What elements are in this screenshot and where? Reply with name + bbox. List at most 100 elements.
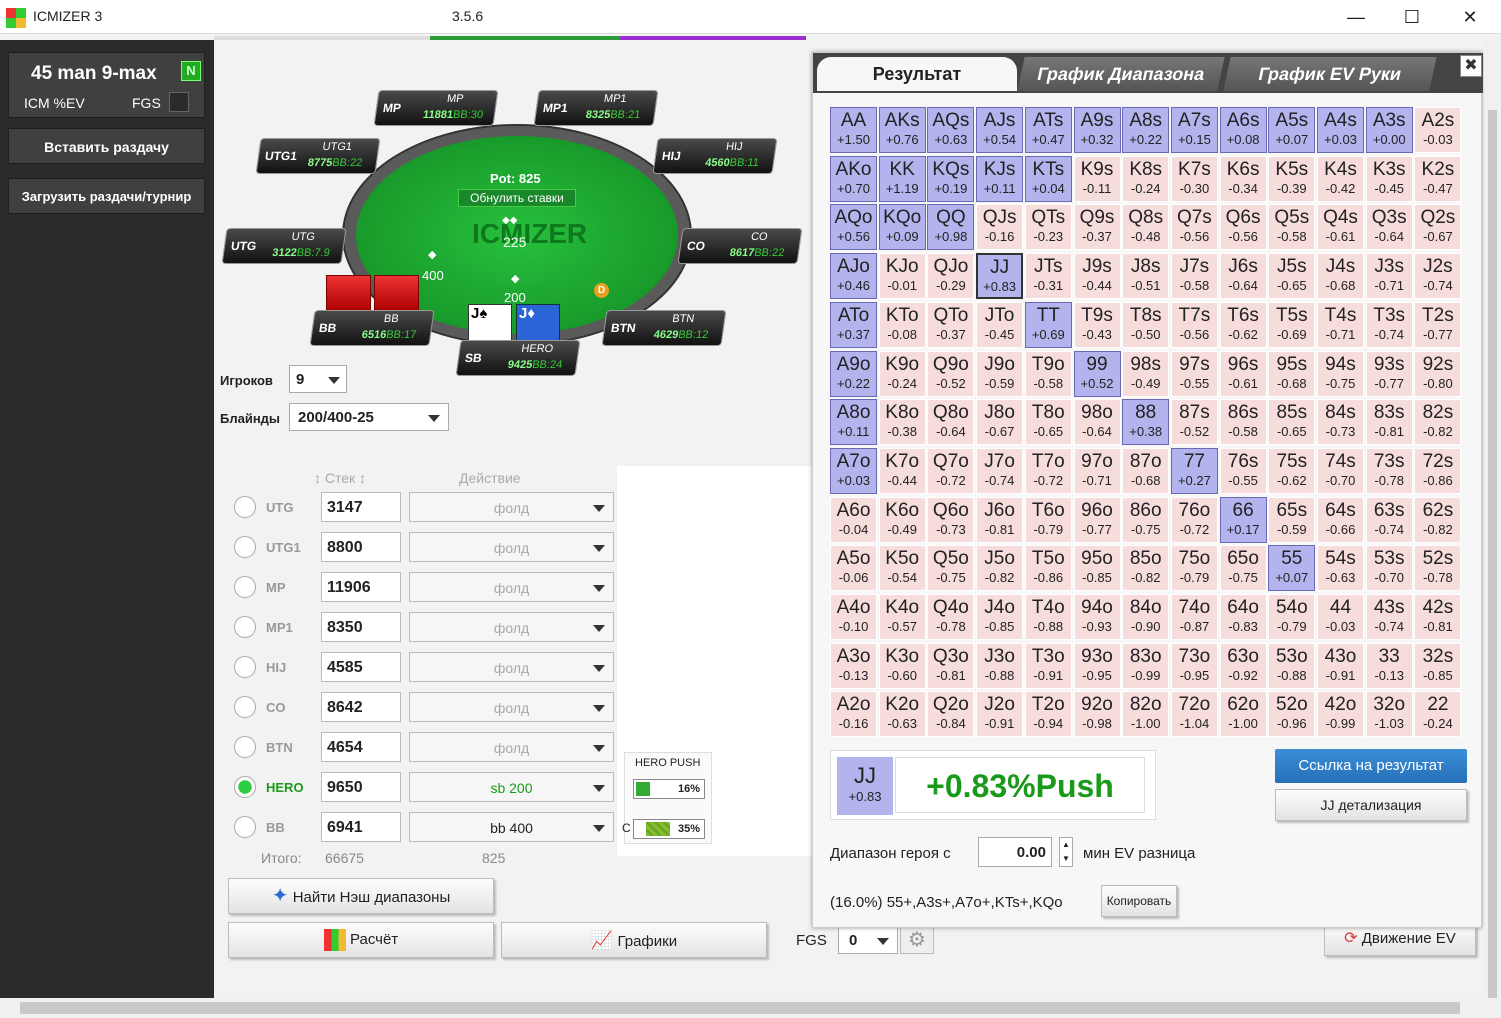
hand-cell[interactable]: 33 -0.13: [1365, 642, 1413, 689]
hand-cell[interactable]: Q3o -0.81: [927, 642, 975, 689]
hand-cell[interactable]: J2o -0.91: [976, 691, 1024, 738]
hand-cell[interactable]: 97o -0.71: [1073, 447, 1121, 494]
result-link-button[interactable]: Ссылка на результат: [1275, 749, 1467, 783]
hand-cell[interactable]: T3o -0.91: [1024, 642, 1072, 689]
action-select[interactable]: фолд: [409, 612, 614, 642]
hero-radio[interactable]: [234, 576, 256, 598]
hand-cell[interactable]: KK +1.19: [878, 155, 926, 202]
hand-cell[interactable]: Q6o -0.73: [927, 496, 975, 543]
hand-cell[interactable]: J8o -0.67: [976, 399, 1024, 446]
hand-cell[interactable]: K7s -0.30: [1170, 155, 1218, 202]
hero-radio[interactable]: [234, 816, 256, 838]
hand-cell[interactable]: K8s -0.24: [1122, 155, 1170, 202]
hand-cell[interactable]: T6o -0.79: [1024, 496, 1072, 543]
hand-cell[interactable]: Q6s -0.56: [1219, 204, 1267, 251]
hand-cell[interactable]: 55 +0.07: [1268, 545, 1316, 592]
hand-cell[interactable]: 77 +0.27: [1170, 447, 1218, 494]
hand-cell[interactable]: K4s -0.42: [1317, 155, 1364, 202]
hand-cell[interactable]: 74o -0.87: [1170, 594, 1218, 640]
close-window-button[interactable]: ✕: [1448, 4, 1492, 30]
hand-cell[interactable]: AKo +0.70: [830, 155, 877, 202]
action-select[interactable]: фолд: [409, 692, 614, 722]
hand-cell[interactable]: K5o -0.54: [878, 545, 926, 592]
hand-cell[interactable]: 64o -0.83: [1219, 594, 1267, 640]
hand-cell[interactable]: K9s -0.11: [1073, 155, 1121, 202]
hand-cell[interactable]: K8o -0.38: [878, 399, 926, 446]
hand-cell[interactable]: 92s -0.80: [1414, 350, 1462, 397]
hand-cell[interactable]: Q4s -0.61: [1317, 204, 1364, 251]
hand-cell[interactable]: 99 +0.52: [1073, 350, 1121, 397]
hand-cell[interactable]: KQs +0.19: [927, 155, 975, 202]
gear-icon[interactable]: ⚙: [900, 926, 934, 954]
hand-cell[interactable]: T8o -0.65: [1024, 399, 1072, 446]
stack-input[interactable]: 6941: [321, 812, 401, 842]
load-hands-button[interactable]: Загрузить раздачи/турнир: [8, 178, 205, 214]
stack-input[interactable]: 4654: [321, 732, 401, 762]
hand-cell[interactable]: A8o +0.11: [830, 399, 877, 446]
hand-cell[interactable]: 76o -0.72: [1170, 496, 1218, 543]
hand-cell[interactable]: 82o -1.00: [1122, 691, 1170, 738]
maximize-button[interactable]: ☐: [1390, 4, 1434, 30]
action-select[interactable]: sb 200: [409, 772, 614, 802]
tab-hand-ev-chart[interactable]: График EV Руки: [1223, 57, 1437, 91]
hand-cell[interactable]: 53s -0.70: [1365, 545, 1413, 592]
hand-cell[interactable]: J9o -0.59: [976, 350, 1024, 397]
tab-result[interactable]: Результат: [817, 57, 1017, 91]
stack-input[interactable]: 8800: [321, 532, 401, 562]
hand-cell[interactable]: 98o -0.64: [1073, 399, 1121, 446]
hand-cell[interactable]: A6o -0.04: [830, 496, 877, 543]
hand-cell[interactable]: K3o -0.60: [878, 642, 926, 689]
min-ev-stepper[interactable]: ▲ ▼: [1059, 837, 1073, 867]
hand-cell[interactable]: T4s -0.71: [1317, 301, 1364, 348]
vertical-scrollbar[interactable]: [1484, 40, 1501, 1018]
stack-input[interactable]: 4585: [321, 652, 401, 682]
hand-cell[interactable]: 62o -1.00: [1219, 691, 1267, 738]
hand-cell[interactable]: K6o -0.49: [878, 496, 926, 543]
hand-cell[interactable]: AKs +0.76: [878, 107, 926, 153]
hand-cell[interactable]: 95o -0.85: [1073, 545, 1121, 592]
hand-cell[interactable]: ATo +0.37: [830, 301, 877, 348]
hand-cell[interactable]: K2o -0.63: [878, 691, 926, 738]
hand-cell[interactable]: K3s -0.45: [1365, 155, 1413, 202]
hand-cell[interactable]: 52o -0.96: [1268, 691, 1316, 738]
hand-cell[interactable]: K7o -0.44: [878, 447, 926, 494]
hand-cell[interactable]: Q2s -0.67: [1414, 204, 1462, 251]
hand-cell[interactable]: A6s +0.08: [1219, 107, 1267, 153]
hand-cell[interactable]: A7s +0.15: [1170, 107, 1218, 153]
action-select[interactable]: фолд: [409, 492, 614, 522]
hand-cell[interactable]: 82s -0.82: [1414, 399, 1462, 446]
stack-input[interactable]: 3147: [321, 492, 401, 522]
hand-cell[interactable]: 93s -0.77: [1365, 350, 1413, 397]
hand-cell[interactable]: Q4o -0.78: [927, 594, 975, 640]
hand-cell[interactable]: K5s -0.39: [1268, 155, 1316, 202]
hand-cell[interactable]: 72s -0.86: [1414, 447, 1462, 494]
hero-radio[interactable]: [234, 696, 256, 718]
hand-cell[interactable]: 63s -0.74: [1365, 496, 1413, 543]
action-select[interactable]: фолд: [409, 572, 614, 602]
hand-cell[interactable]: 43o -0.91: [1317, 642, 1364, 689]
hero-radio[interactable]: [234, 616, 256, 638]
hand-cell[interactable]: A3o -0.13: [830, 642, 877, 689]
hand-cell[interactable]: 86s -0.58: [1219, 399, 1267, 446]
hand-cell[interactable]: ATs +0.47: [1024, 107, 1072, 153]
reset-bets-button[interactable]: Обнулить ставки: [458, 189, 576, 207]
seat-bb[interactable]: BB BB 6516BB:17: [309, 310, 435, 346]
hand-cell[interactable]: Q9s -0.37: [1073, 204, 1121, 251]
hand-detail-button[interactable]: JJ детализация: [1275, 789, 1467, 821]
hand-cell[interactable]: J6o -0.81: [976, 496, 1024, 543]
min-ev-input[interactable]: 0.00: [978, 837, 1052, 867]
hand-cell[interactable]: 94o -0.93: [1073, 594, 1121, 640]
hand-cell[interactable]: TT +0.69: [1024, 301, 1072, 348]
hand-cell[interactable]: QJs -0.16: [976, 204, 1024, 251]
hand-cell[interactable]: A5s +0.07: [1268, 107, 1316, 153]
hand-cell[interactable]: 76s -0.55: [1219, 447, 1267, 494]
hand-cell[interactable]: A2s -0.03: [1414, 107, 1462, 153]
hero-radio[interactable]: [234, 536, 256, 558]
hero-radio[interactable]: [234, 736, 256, 758]
seat-utg[interactable]: UTG UTG 3122BB:7.9: [221, 228, 347, 264]
hand-cell[interactable]: A3s +0.00: [1365, 107, 1413, 153]
seat-mp1[interactable]: MP1 MP1 8325BB:21: [533, 90, 659, 126]
horizontal-scrollbar[interactable]: [0, 998, 1501, 1018]
hand-cell[interactable]: 84o -0.90: [1122, 594, 1170, 640]
hand-cell[interactable]: 96s -0.61: [1219, 350, 1267, 397]
